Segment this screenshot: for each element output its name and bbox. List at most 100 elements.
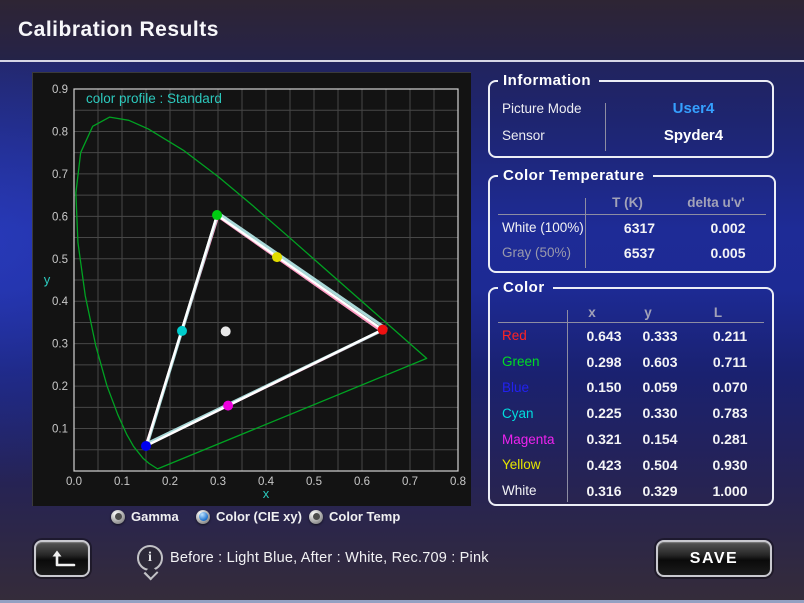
cie-xy-chart: 0.00.10.20.30.40.50.60.70.80.10.20.30.40…: [33, 73, 471, 506]
svg-text:0.1: 0.1: [52, 424, 68, 436]
calibration-results-screen: Calibration Results 0.0 0.1 0.2 0.3 0.4 0.5 0.…: [0, 0, 804, 603]
cell-x: 0.298: [579, 354, 629, 370]
cell-l: 1.000: [691, 483, 769, 499]
svg-text:0.7: 0.7: [402, 476, 418, 488]
radio-gamma-label: Gamma: [131, 509, 179, 524]
radio-color-cie-xy-label: Color (CIE xy): [216, 509, 302, 524]
view-mode-radios: Gamma Color (CIE xy) Color Temp: [0, 509, 470, 531]
svg-text:y: y: [44, 272, 51, 287]
return-arrow-icon: [47, 549, 77, 569]
cell-x: 0.643: [579, 328, 629, 344]
svg-text:0.2: 0.2: [162, 476, 178, 488]
color-panel: Color x y L Red 0.643 0.333 0.211 Green …: [488, 279, 774, 506]
svg-text:0.4: 0.4: [52, 296, 69, 308]
svg-text:0.8: 0.8: [52, 126, 68, 138]
radio-icon[interactable]: [111, 510, 125, 524]
radio-color-temp[interactable]: Color Temp: [309, 509, 400, 524]
cell-y: 0.603: [629, 354, 691, 370]
white-100-delta: 0.002: [682, 220, 774, 236]
picture-mode-value: User4: [615, 100, 772, 117]
radio-color-cie-xy[interactable]: Color (CIE xy): [196, 509, 302, 524]
cell-x: 0.321: [579, 431, 629, 447]
information-panel-title: Information: [498, 72, 599, 89]
svg-text:0.5: 0.5: [306, 476, 322, 488]
back-button[interactable]: [34, 540, 90, 577]
radio-gamma[interactable]: Gamma: [111, 509, 179, 524]
cell-x: 0.150: [579, 379, 629, 395]
gray-50-tk: 6537: [597, 245, 682, 261]
legend-note: Before : Light Blue, After : White, Rec.…: [170, 550, 489, 566]
svg-text:0.9: 0.9: [52, 84, 68, 96]
cell-l: 0.930: [691, 457, 769, 473]
color-header-row: x y L: [498, 302, 764, 323]
svg-text:0.0: 0.0: [66, 476, 82, 488]
cell-y: 0.504: [629, 457, 691, 473]
white-100-row: White (100%) 6317 0.002: [490, 215, 774, 240]
title-bar: Calibration Results: [0, 0, 804, 62]
divider: [585, 198, 586, 268]
svg-text:0.5: 0.5: [52, 254, 68, 266]
svg-text:0.6: 0.6: [52, 211, 68, 223]
gray-50-label: Gray (50%): [490, 245, 597, 260]
cell-l: 0.211: [691, 328, 769, 344]
cell-x: 0.316: [579, 483, 629, 499]
cell-l: 0.070: [691, 379, 769, 395]
cell-l: 0.711: [691, 354, 769, 370]
svg-text:0.6: 0.6: [354, 476, 370, 488]
svg-text:x: x: [263, 486, 270, 501]
header-x: x: [567, 305, 617, 320]
table-row-red: Red 0.643 0.333 0.211: [490, 323, 772, 349]
row-label: White: [490, 483, 579, 498]
row-label: Cyan: [490, 406, 579, 421]
row-label: Yellow: [490, 457, 579, 472]
cie-chart-panel: 0.00.10.20.30.40.50.60.70.80.10.20.30.40…: [32, 72, 471, 506]
white-100-label: White (100%): [490, 220, 597, 235]
svg-text:color profile : Standard: color profile : Standard: [86, 91, 222, 106]
page-title: Calibration Results: [0, 0, 804, 60]
save-button-label: SAVE: [690, 550, 738, 568]
cell-x: 0.423: [579, 457, 629, 473]
cell-y: 0.330: [629, 405, 691, 421]
information-panel: Information Picture Mode User4 Sensor Sp…: [488, 72, 774, 158]
radio-icon[interactable]: [196, 510, 210, 524]
sensor-value: Spyder4: [615, 127, 772, 144]
divider: [605, 103, 606, 151]
svg-text:0.7: 0.7: [52, 169, 68, 181]
info-glyph: i: [148, 550, 152, 565]
cell-x: 0.225: [579, 405, 629, 421]
table-row-yellow: Yellow 0.423 0.504 0.930: [490, 452, 772, 478]
row-label: Blue: [490, 380, 579, 395]
cell-y: 0.154: [629, 431, 691, 447]
header-y: y: [617, 305, 679, 320]
row-label: Magenta: [490, 432, 579, 447]
header-tk: T (K): [585, 195, 670, 210]
svg-text:0.3: 0.3: [210, 476, 226, 488]
white-100-tk: 6317: [597, 220, 682, 236]
table-row-white: White 0.316 0.329 1.000: [490, 478, 772, 504]
save-button[interactable]: SAVE: [656, 540, 772, 577]
color-panel-title: Color: [498, 279, 553, 296]
header-l: L: [679, 305, 757, 320]
cell-l: 0.783: [691, 405, 769, 421]
row-label: Green: [490, 354, 579, 369]
table-row-green: Green 0.298 0.603 0.711: [490, 349, 772, 375]
info-icon: i: [137, 545, 163, 571]
picture-mode-row: Picture Mode User4: [490, 95, 772, 122]
cell-y: 0.329: [629, 483, 691, 499]
table-row-cyan: Cyan 0.225 0.330 0.783: [490, 400, 772, 426]
row-label: Red: [490, 328, 579, 343]
radio-color-temp-label: Color Temp: [329, 509, 400, 524]
gray-50-row: Gray (50%) 6537 0.005: [490, 240, 774, 265]
table-row-magenta: Magenta 0.321 0.154 0.281: [490, 426, 772, 452]
svg-text:0.8: 0.8: [450, 476, 466, 488]
radio-icon[interactable]: [309, 510, 323, 524]
divider: [567, 310, 568, 502]
gray-50-delta: 0.005: [682, 245, 774, 261]
picture-mode-label: Picture Mode: [490, 101, 615, 116]
svg-text:0.1: 0.1: [114, 476, 130, 488]
color-temperature-title: Color Temperature: [498, 167, 653, 184]
svg-text:0.3: 0.3: [52, 339, 68, 351]
header-delta-uv: delta u'v': [670, 195, 762, 210]
svg-text:0.2: 0.2: [52, 381, 68, 393]
cell-y: 0.333: [629, 328, 691, 344]
